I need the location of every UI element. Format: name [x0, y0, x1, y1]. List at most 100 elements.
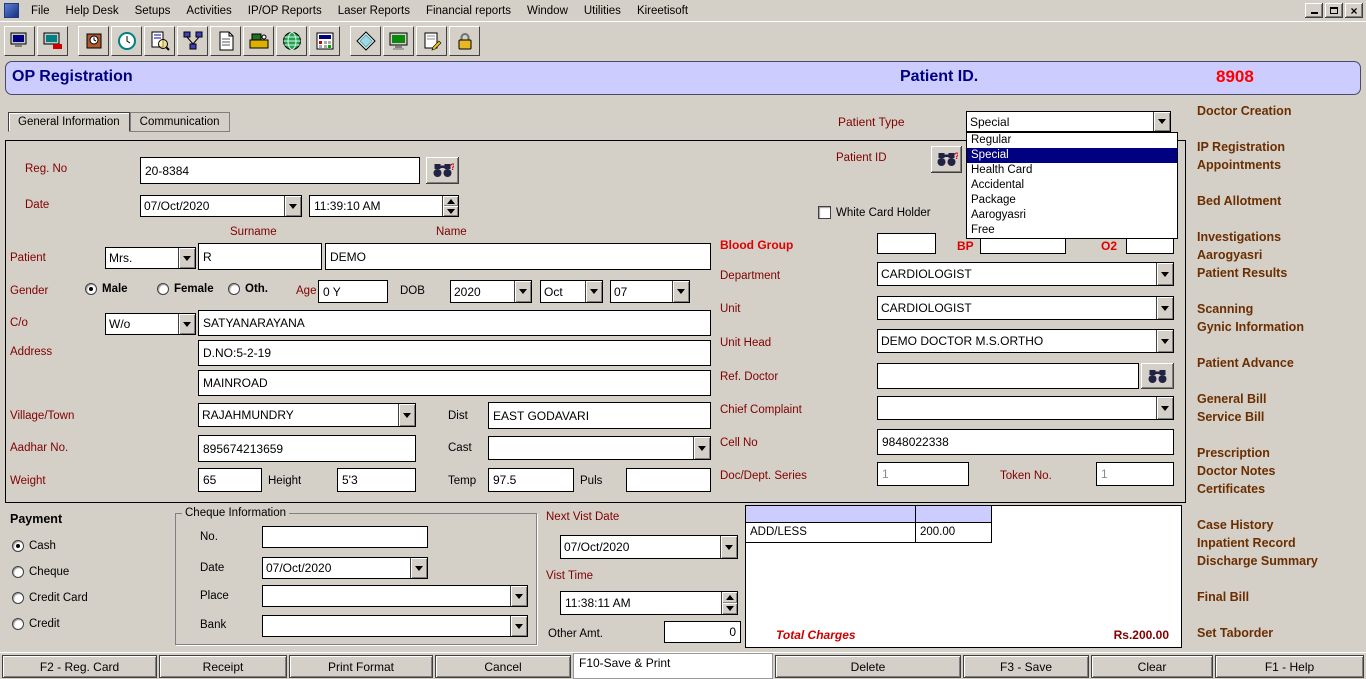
address-line2-field[interactable]: MAINROAD	[198, 370, 711, 396]
ref-doctor-search-button[interactable]	[1141, 363, 1174, 389]
height-field[interactable]: 5'3	[337, 468, 416, 492]
sidebar-item-final-bill[interactable]: Final Bill	[1197, 590, 1365, 608]
sidebar-item-doctor-creation[interactable]: Doctor Creation	[1197, 104, 1365, 122]
sidebar-item-patient-results[interactable]: Patient Results	[1197, 266, 1365, 284]
patient-type-option-free[interactable]: Free	[967, 223, 1177, 238]
charges-row-name[interactable]: ADD/LESS	[746, 523, 916, 543]
chevron-down-icon[interactable]	[178, 248, 195, 268]
menu-setups[interactable]: Setups	[127, 2, 179, 20]
menu-activities[interactable]: Activities	[178, 2, 239, 20]
patient-type-option-aarogyasri[interactable]: Aarogyasri	[967, 208, 1177, 223]
notes-pencil-toolbar-button[interactable]	[416, 26, 447, 56]
chevron-down-icon[interactable]	[410, 558, 427, 578]
chevron-down-icon[interactable]	[672, 281, 689, 302]
unit-head-select[interactable]: DEMO DOCTOR M.S.ORTHO	[877, 329, 1174, 353]
patient-type-option-health-card[interactable]: Health Card	[967, 163, 1177, 178]
menu-kireetisoft[interactable]: Kireetisoft	[629, 2, 696, 20]
save-button[interactable]: F3 - Save	[963, 655, 1089, 678]
chevron-down-icon[interactable]	[1153, 112, 1170, 131]
menu-utilities[interactable]: Utilities	[576, 2, 629, 20]
help-button[interactable]: F1 - Help	[1215, 655, 1364, 678]
dob-month-select[interactable]: Oct	[540, 280, 603, 303]
sidebar-item-discharge-summary[interactable]: Discharge Summary	[1197, 554, 1365, 572]
name-field[interactable]: DEMO	[325, 243, 711, 270]
tab-general-information[interactable]: General Information	[8, 112, 130, 132]
chevron-down-icon[interactable]	[178, 314, 195, 334]
menu-laser-reports[interactable]: Laser Reports	[330, 2, 418, 20]
temp-field[interactable]: 97.5	[488, 468, 574, 492]
chevron-down-icon[interactable]	[1156, 397, 1173, 419]
sidebar-item-certificates[interactable]: Certificates	[1197, 482, 1365, 500]
chevron-down-icon[interactable]	[585, 281, 602, 302]
dob-day-select[interactable]: 07	[610, 280, 690, 303]
payment-credit-radio[interactable]: Credit	[12, 618, 60, 630]
patient-type-option-package[interactable]: Package	[967, 193, 1177, 208]
blood-group-field[interactable]	[877, 233, 936, 254]
chevron-down-icon[interactable]	[398, 404, 415, 426]
minimize-button[interactable]	[1305, 3, 1323, 18]
chevron-down-icon[interactable]	[1156, 330, 1173, 352]
lock-toolbar-button[interactable]	[449, 26, 480, 56]
delete-button[interactable]: Delete	[775, 655, 961, 678]
cheque-date-select[interactable]: 07/Oct/2020	[262, 557, 428, 579]
time-up-button[interactable]	[722, 592, 737, 603]
payment-cheque-radio[interactable]: Cheque	[12, 566, 69, 578]
diamond-toolbar-button[interactable]	[350, 26, 381, 56]
patient-type-select[interactable]: Special	[966, 111, 1171, 132]
sidebar-item-ip-registration[interactable]: IP Registration	[1197, 140, 1365, 158]
cancel-button[interactable]: Cancel	[435, 655, 571, 678]
age-field[interactable]: 0 Y	[318, 280, 388, 303]
cell-no-field[interactable]: 9848022338	[877, 429, 1174, 455]
sidebar-item-patient-advance[interactable]: Patient Advance	[1197, 356, 1365, 374]
cheque-place-select[interactable]	[262, 585, 528, 607]
patient-type-option-accidental[interactable]: Accidental	[967, 178, 1177, 193]
white-card-checkbox[interactable]	[818, 206, 831, 219]
surname-field[interactable]: R	[198, 243, 322, 270]
reg-card-button[interactable]: F2 - Reg. Card	[2, 655, 157, 678]
menu-file[interactable]: File	[23, 2, 58, 20]
clock-toolbar-button[interactable]	[111, 26, 142, 56]
close-button[interactable]: ×	[1345, 3, 1363, 18]
dob-year-select[interactable]: 2020	[450, 280, 532, 303]
menu-ipop-reports[interactable]: IP/OP Reports	[240, 2, 330, 20]
sidebar-item-prescription[interactable]: Prescription	[1197, 446, 1365, 464]
tab-communication[interactable]: Communication	[130, 112, 230, 132]
village-town-select[interactable]: RAJAHMUNDRY	[198, 403, 416, 427]
address-line1-field[interactable]: D.NO:5-2-19	[198, 340, 711, 366]
cash-register-toolbar-button[interactable]	[243, 26, 274, 56]
sidebar-item-inpatient-record[interactable]: Inpatient Record	[1197, 536, 1365, 554]
menu-financial-reports[interactable]: Financial reports	[418, 2, 519, 20]
globe-toolbar-button[interactable]	[276, 26, 307, 56]
doc-series-field[interactable]: 1	[877, 462, 969, 486]
aadhar-field[interactable]: 895674213659	[198, 435, 416, 462]
building-clock-toolbar-button[interactable]	[78, 26, 109, 56]
chevron-down-icon[interactable]	[284, 196, 301, 216]
network-nodes-toolbar-button[interactable]	[177, 26, 208, 56]
chevron-down-icon[interactable]	[510, 586, 527, 606]
payment-credit-card-radio[interactable]: Credit Card	[12, 592, 88, 604]
sidebar-item-bed-allotment[interactable]: Bed Allotment	[1197, 194, 1365, 212]
restore-button[interactable]	[1325, 3, 1343, 18]
time-up-button[interactable]	[443, 196, 458, 206]
sidebar-item-appointments[interactable]: Appointments	[1197, 158, 1365, 176]
department-select[interactable]: CARDIOLOGIST	[877, 262, 1174, 286]
puls-field[interactable]	[626, 468, 711, 492]
ref-doctor-field[interactable]	[877, 363, 1139, 389]
weight-field[interactable]: 65	[198, 468, 262, 492]
cheque-bank-select[interactable]	[262, 615, 528, 637]
other-amt-field[interactable]: 0	[664, 621, 741, 643]
next-visit-date-select[interactable]: 07/Oct/2020	[560, 535, 738, 559]
receipt-button[interactable]: Receipt	[159, 655, 287, 678]
search-document-toolbar-button[interactable]	[144, 26, 175, 56]
sidebar-item-set-taborder[interactable]: Set Taborder	[1197, 626, 1365, 644]
time-down-button[interactable]	[443, 206, 458, 216]
reg-no-field[interactable]: 20-8384	[140, 157, 420, 184]
charges-row-amount[interactable]: 200.00	[916, 523, 992, 543]
document-toolbar-button[interactable]	[210, 26, 241, 56]
title-select[interactable]: Mrs.	[105, 247, 196, 269]
patient-type-option-special[interactable]: Special	[967, 148, 1177, 163]
gender-oth-radio[interactable]: Oth.	[228, 283, 268, 295]
sidebar-item-general-bill[interactable]: General Bill	[1197, 392, 1365, 410]
menu-window[interactable]: Window	[519, 2, 576, 20]
chief-complaint-select[interactable]	[877, 396, 1174, 420]
